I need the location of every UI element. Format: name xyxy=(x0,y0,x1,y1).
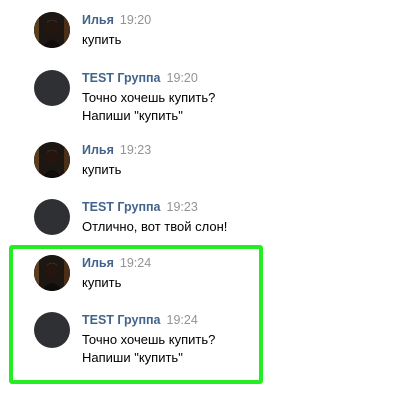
message-header: Илья 19:24 xyxy=(82,256,151,270)
author-name[interactable]: TEST Группа xyxy=(82,200,161,214)
message-line: купить xyxy=(82,162,122,177)
message-line: купить xyxy=(82,275,122,290)
message-line: Точно хочешь купить? xyxy=(82,332,216,347)
message-line: Напиши "купить" xyxy=(82,350,183,365)
user-photo-icon xyxy=(34,12,70,48)
user-photo-icon xyxy=(34,142,70,178)
user-photo-icon xyxy=(34,255,70,291)
message-text: Точно хочешь купить? Напиши "купить" xyxy=(82,89,215,125)
group-avatar[interactable] xyxy=(34,199,70,235)
group-avatar[interactable] xyxy=(34,312,70,348)
message-header: Илья 19:23 xyxy=(82,143,151,157)
message-text: купить xyxy=(82,274,121,292)
message-text: купить xyxy=(82,161,121,179)
message-feed: Илья 19:20 купить TEST Группа 19:20 Точно … xyxy=(0,0,419,416)
author-name[interactable]: TEST Группа xyxy=(82,71,161,85)
group-avatar[interactable] xyxy=(34,70,70,106)
author-name[interactable]: TEST Группа xyxy=(82,313,161,327)
message-line: купить xyxy=(82,32,122,47)
message-line: Напиши "купить" xyxy=(82,108,183,123)
message-text: Точно хочешь купить? Напиши "купить" xyxy=(82,331,215,367)
author-name[interactable]: Илья xyxy=(82,256,114,270)
user-avatar[interactable] xyxy=(34,255,70,291)
message-line: Отлично, вот твой слон! xyxy=(82,219,228,234)
message-time[interactable]: 19:20 xyxy=(167,71,198,85)
message-line: Точно хочешь купить? xyxy=(82,90,216,105)
message-time[interactable]: 19:23 xyxy=(120,143,151,157)
user-avatar[interactable] xyxy=(34,142,70,178)
message-time[interactable]: 19:24 xyxy=(120,256,151,270)
message-time[interactable]: 19:23 xyxy=(167,200,198,214)
message-text: купить xyxy=(82,31,121,49)
user-avatar[interactable] xyxy=(34,12,70,48)
message-time[interactable]: 19:20 xyxy=(120,13,151,27)
author-name[interactable]: Илья xyxy=(82,13,114,27)
message-time[interactable]: 19:24 xyxy=(167,313,198,327)
message-header: TEST Группа 19:24 xyxy=(82,313,198,327)
author-name[interactable]: Илья xyxy=(82,143,114,157)
message-text: Отлично, вот твой слон! xyxy=(82,218,227,236)
message-header: TEST Группа 19:23 xyxy=(82,200,198,214)
message-header: Илья 19:20 xyxy=(82,13,151,27)
message-header: TEST Группа 19:20 xyxy=(82,71,198,85)
